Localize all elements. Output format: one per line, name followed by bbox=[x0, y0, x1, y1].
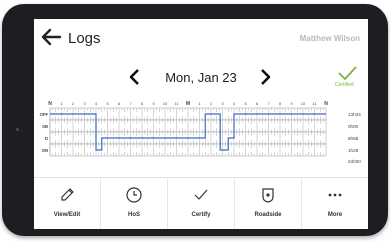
hour-label: N bbox=[48, 101, 52, 107]
nav-view-edit[interactable]: View/Edit bbox=[34, 178, 101, 229]
hour-label: 3 bbox=[221, 102, 223, 106]
row-label: SB bbox=[42, 124, 48, 129]
badge-icon bbox=[262, 188, 274, 203]
grand-total: 24h00 bbox=[348, 159, 361, 164]
nav-label: View/Edit bbox=[53, 212, 81, 218]
hour-label: 2 bbox=[72, 102, 74, 106]
date-navigator: Mon, Jan 23 bbox=[34, 67, 368, 91]
row-total: 13h34 bbox=[348, 112, 361, 117]
hour-label: M bbox=[186, 101, 190, 107]
hour-label: 4 bbox=[95, 102, 97, 106]
row-total: 0h00 bbox=[348, 124, 359, 129]
hour-label: 11 bbox=[175, 102, 179, 106]
nav-more[interactable]: More bbox=[302, 178, 368, 229]
nav-label: Roadside bbox=[254, 212, 282, 218]
hour-label: 5 bbox=[106, 102, 108, 106]
clock-icon bbox=[126, 187, 142, 203]
current-date: Mon, Jan 23 bbox=[165, 70, 237, 85]
top-bar: Logs Matthew Wilson bbox=[34, 19, 368, 55]
hour-label: 7 bbox=[267, 102, 269, 106]
hour-label: 1 bbox=[198, 102, 200, 106]
page-title: Logs bbox=[68, 30, 101, 47]
hour-label: 4 bbox=[233, 102, 235, 106]
more-icon bbox=[328, 193, 342, 197]
hour-label: 2 bbox=[210, 102, 212, 106]
nav-hos[interactable]: HoS bbox=[101, 178, 168, 229]
hour-label: 9 bbox=[152, 102, 154, 106]
device-frame: Logs Matthew Wilson Mon, Jan 23 Certifie… bbox=[0, 0, 390, 242]
hour-label: 3 bbox=[83, 102, 85, 106]
camera bbox=[16, 128, 19, 131]
hour-label: 6 bbox=[118, 102, 120, 106]
hour-label: 9 bbox=[290, 102, 292, 106]
checkmark-icon bbox=[194, 189, 208, 200]
row-total: 1h28 bbox=[348, 148, 359, 153]
hour-label: 7 bbox=[129, 102, 131, 106]
hour-label: 8 bbox=[141, 102, 143, 106]
chevron-right-icon[interactable] bbox=[257, 67, 273, 87]
pencil-icon bbox=[61, 188, 74, 201]
hour-label: 11 bbox=[313, 102, 317, 106]
nav-label: Certify bbox=[191, 212, 211, 218]
row-label: ON bbox=[42, 148, 48, 153]
row-total: 8h58 bbox=[348, 136, 359, 141]
nav-certify[interactable]: Certify bbox=[168, 178, 235, 229]
nav-label: HoS bbox=[128, 212, 140, 218]
nav-roadside[interactable]: Roadside bbox=[235, 178, 302, 229]
hour-label: 5 bbox=[244, 102, 246, 106]
log-grid: N 1 2 3 4 5 6 7 8 9 10 11 M 1 2 3 4 5 6 7 8 9 10 11 N OFF 13h34 SB 0… bbox=[40, 101, 362, 164]
hour-label: 8 bbox=[279, 102, 281, 106]
hour-label: 1 bbox=[60, 102, 62, 106]
row-label: D bbox=[45, 136, 48, 141]
hour-label: 10 bbox=[163, 102, 167, 106]
hour-label: 6 bbox=[256, 102, 258, 106]
hour-label: N bbox=[324, 101, 328, 107]
arrow-left-icon[interactable] bbox=[40, 28, 62, 46]
bottom-nav: View/Edit HoS Certify Roadside More bbox=[34, 178, 368, 229]
checkmark-icon[interactable] bbox=[336, 63, 358, 83]
app-screen: Logs Matthew Wilson Mon, Jan 23 Certifie… bbox=[34, 19, 368, 229]
nav-label: More bbox=[327, 212, 343, 218]
hour-label: 10 bbox=[301, 102, 305, 106]
user-name: Matthew Wilson bbox=[299, 34, 360, 43]
row-label: OFF bbox=[40, 112, 49, 117]
certified-label: Certified bbox=[335, 82, 354, 88]
